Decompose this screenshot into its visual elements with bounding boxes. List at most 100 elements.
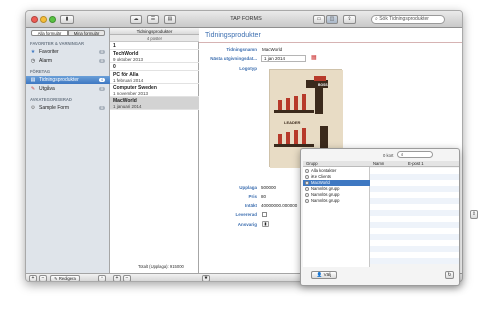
- total-label: Totalt (Upplaga): 915000: [138, 264, 184, 269]
- sidebar-item-label: Utgåva: [39, 86, 55, 92]
- price-value[interactable]: 80: [261, 194, 266, 199]
- section-company: FÖRETAG: [30, 69, 51, 74]
- list-item[interactable]: Computer Sweden 1 november 2013: [110, 84, 199, 97]
- count-badge: 0: [99, 106, 105, 110]
- circulation-value[interactable]: 500000: [261, 185, 276, 190]
- form-icon: ▤: [30, 77, 36, 83]
- delivered-label: Levererad: [235, 212, 257, 217]
- list-header: Tidningsprodukter: [110, 28, 199, 35]
- cloud-button[interactable]: ☁: [130, 15, 142, 24]
- count-badge: 4: [99, 78, 105, 82]
- record-date: 1 november 2013: [113, 91, 149, 96]
- list-toolbar: + −: [110, 273, 199, 281]
- list-item[interactable]: 1: [110, 42, 199, 50]
- record-date: 1 februari 2014: [113, 78, 144, 83]
- choose-button[interactable]: 👤 Välj: [311, 271, 337, 279]
- record-date: 1 januari 2014: [113, 104, 142, 109]
- record-count: 4 poster: [110, 35, 199, 42]
- sidebar-item-utgava[interactable]: ✎ Utgåva 0: [26, 85, 110, 93]
- section-uncategorized: AVKATEGORISERAD: [30, 97, 72, 102]
- person-icon: 👤: [316, 272, 323, 277]
- contact-picker-button[interactable]: ▮: [262, 221, 269, 227]
- sidebar-item-tidningsprodukter[interactable]: ▤ Tidningsprodukter 4: [26, 76, 110, 84]
- sidebar-item-label: Alarm: [39, 58, 53, 64]
- sidebar-item-sample-form[interactable]: ⚙ Sample Form 0: [26, 104, 110, 112]
- logo-leader-text: LEADER: [284, 120, 301, 125]
- minimize-icon[interactable]: [40, 16, 47, 23]
- name-value[interactable]: MacWorld: [262, 47, 282, 52]
- close-icon[interactable]: [31, 16, 38, 23]
- clock-icon: ◷: [30, 58, 36, 64]
- calendar-icon[interactable]: ▦: [311, 55, 317, 62]
- edit-button[interactable]: ✎ Redigera: [50, 275, 80, 281]
- group-label: iKe Clients: [311, 174, 332, 179]
- pencil-icon: ✎: [30, 86, 36, 92]
- count-badge: 0: [99, 59, 105, 63]
- delivered-checkbox[interactable]: [262, 212, 267, 217]
- layout-split-button[interactable]: ◫: [326, 15, 338, 24]
- list-item[interactable]: 0: [110, 63, 199, 71]
- lock-button[interactable]: ▮: [60, 15, 74, 24]
- contact-picker-popup: 0 kort ⌕ Grupp Namn E-post 1 Alla kontak…: [300, 148, 460, 286]
- edit-label: Redigera: [58, 276, 76, 281]
- choose-label: Välj: [323, 272, 332, 277]
- price-label: Pris: [248, 194, 257, 199]
- sidebar-item-favorites[interactable]: ★ Favoriter 0: [26, 48, 110, 56]
- tab-all-forms[interactable]: Alla formulär: [31, 30, 68, 36]
- star-icon: ★: [30, 49, 36, 55]
- sidebar-item-label: Tidningsprodukter: [39, 77, 79, 83]
- col-email[interactable]: E-post 1: [408, 161, 424, 167]
- pencil-icon: ✎: [54, 276, 58, 281]
- share-icon[interactable]: ⇪: [470, 210, 478, 219]
- owner-label: Ansvarig: [237, 222, 257, 227]
- next-issue-date-field[interactable]: 1 jan 2014: [261, 55, 306, 62]
- contact-row[interactable]: [370, 258, 459, 264]
- group-icon: [305, 199, 309, 203]
- refresh-button[interactable]: ↻: [445, 271, 454, 279]
- list-item[interactable]: TechWorld 9 oktober 2013: [110, 50, 199, 63]
- title-bar: ▮ ☁ ☰ ▤ TAP FORMS ▭ ◫ ⇪ ⌕ Sök Tidningspr…: [26, 11, 462, 28]
- search-icon: ⌕: [401, 152, 404, 157]
- name-label: Tidningsnamn: [226, 47, 257, 52]
- record-title: 0: [113, 64, 116, 70]
- logo-label: Logotyp: [239, 66, 257, 71]
- group-icon: [305, 187, 309, 191]
- search-input[interactable]: ⌕ Sök Tidningsprodukter: [371, 15, 445, 24]
- divider: [199, 42, 462, 43]
- print-button[interactable]: ▤: [164, 15, 176, 24]
- remove-record-button[interactable]: −: [123, 275, 131, 281]
- next-issue-label: Nästa utgivningsdat...: [210, 56, 257, 61]
- list-item[interactable]: Namnlös grupp: [303, 198, 370, 204]
- group-icon: [305, 175, 309, 179]
- add-record-button[interactable]: +: [113, 275, 121, 281]
- sidebar-item-label: Sample Form: [39, 105, 70, 111]
- list-view-button[interactable]: ☰: [147, 15, 159, 24]
- tab-my-forms[interactable]: Mina formulär: [68, 30, 105, 36]
- sidebar-toolbar: + − ✎ Redigera ▫: [26, 273, 110, 281]
- sidebar-item-label: Favoriter: [39, 49, 59, 55]
- logo-boss-text: BOSS: [318, 83, 328, 87]
- record-title: 1: [113, 43, 116, 49]
- popup-search-input[interactable]: ⌕: [397, 151, 433, 158]
- layout-single-button[interactable]: ▭: [313, 15, 325, 24]
- circulation-label: Upplaga: [239, 185, 257, 190]
- share-button[interactable]: ⇪: [343, 15, 356, 24]
- group-icon: [305, 193, 309, 197]
- record-date: 9 oktober 2013: [113, 57, 144, 62]
- sidebar: Alla formulär Mina formulär FAVORITER & …: [26, 28, 110, 281]
- record-list: Tidningsprodukter 4 poster 1 TechWorld 9 …: [110, 28, 199, 281]
- card-count: 0 kort: [383, 153, 394, 158]
- add-form-button[interactable]: +: [29, 275, 37, 281]
- group-label: MacWorld: [311, 180, 330, 185]
- income-label: Intäkt: [244, 203, 257, 208]
- remove-form-button[interactable]: −: [39, 275, 47, 281]
- group-label: Namnlös grupp: [311, 192, 340, 197]
- settings-button[interactable]: ▫: [98, 275, 106, 281]
- list-item-selected[interactable]: MacWorld 1 januari 2014: [110, 97, 199, 110]
- sidebar-item-alarm[interactable]: ◷ Alarm 0: [26, 57, 110, 65]
- col-name[interactable]: Namn: [373, 161, 384, 167]
- list-item[interactable]: PC för Alla 1 februari 2014: [110, 71, 199, 84]
- star-icon[interactable]: ★: [202, 275, 210, 281]
- zoom-icon[interactable]: [49, 16, 56, 23]
- income-value[interactable]: 40000000.000000: [261, 203, 297, 208]
